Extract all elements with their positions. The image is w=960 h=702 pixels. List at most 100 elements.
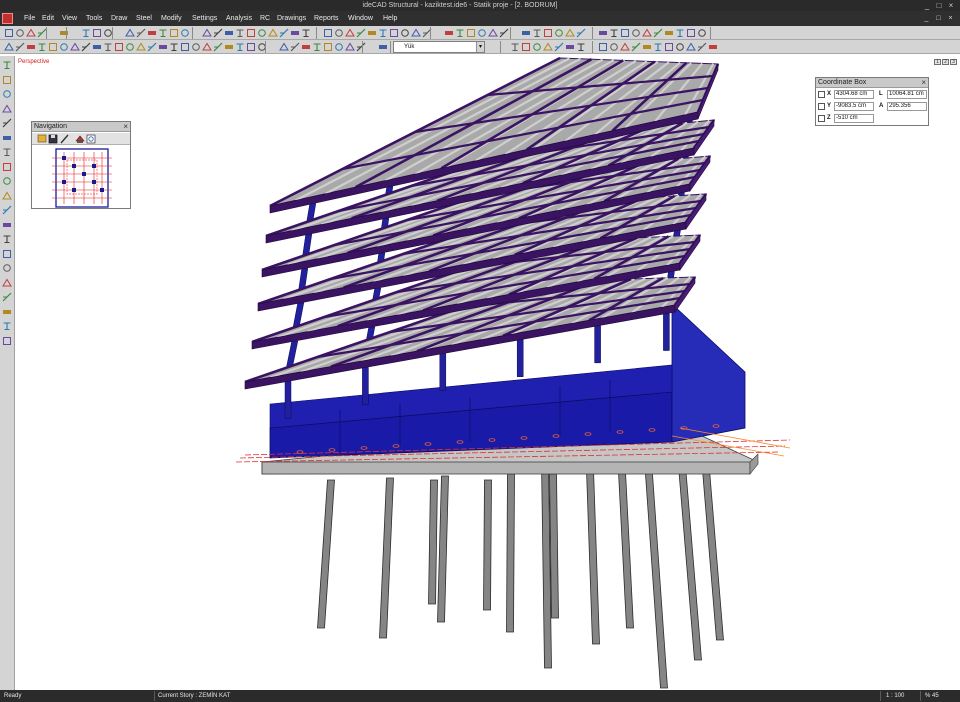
toolbar-button-icon[interactable] <box>92 28 102 38</box>
toolbar-button-icon[interactable] <box>4 28 14 38</box>
toolbar-button-icon[interactable] <box>367 28 377 38</box>
toolbar-button-icon[interactable] <box>675 42 685 52</box>
toolbar-button-icon[interactable] <box>15 42 25 52</box>
tool-palette-icon[interactable] <box>2 249 12 259</box>
toolbar-button-icon[interactable] <box>202 28 212 38</box>
toolbar-button-icon[interactable] <box>378 28 388 38</box>
minimize-button[interactable]: _ <box>922 1 932 10</box>
toolbar-button-icon[interactable] <box>609 28 619 38</box>
toolbar-button-icon[interactable] <box>664 28 674 38</box>
toolbar-button-icon[interactable] <box>323 28 333 38</box>
toolbar-button-icon[interactable] <box>290 42 300 52</box>
toolbar-button-icon[interactable] <box>279 42 289 52</box>
tool-palette-icon[interactable] <box>2 89 12 99</box>
menu-reports[interactable]: Reports <box>314 11 339 26</box>
toolbar-button-icon[interactable] <box>521 42 531 52</box>
menu-analysis[interactable]: Analysis <box>226 11 252 26</box>
toolbar-button-icon[interactable] <box>378 42 388 52</box>
building-model-3d[interactable] <box>15 56 960 690</box>
toolbar-button-icon[interactable] <box>59 28 69 38</box>
tool-palette-icon[interactable] <box>2 75 12 85</box>
tool-palette-icon[interactable] <box>2 133 12 143</box>
toolbar-button-icon[interactable] <box>675 28 685 38</box>
menu-drawings[interactable]: Drawings <box>277 11 306 26</box>
toolbar-button-icon[interactable] <box>400 28 410 38</box>
close-icon[interactable]: × <box>921 78 926 88</box>
toolbar-button-icon[interactable] <box>697 28 707 38</box>
lock-y-checkbox[interactable] <box>818 103 825 110</box>
toolbar-button-icon[interactable] <box>125 28 135 38</box>
toolbar-button-icon[interactable] <box>532 28 542 38</box>
current-story[interactable]: Current Story : ZEMİN KAT <box>158 690 230 702</box>
toolbar-button-icon[interactable] <box>389 28 399 38</box>
view-layout-button-1[interactable]: 1 <box>934 59 941 65</box>
toolbar-button-icon[interactable] <box>411 28 421 38</box>
toolbar-button-icon[interactable] <box>213 42 223 52</box>
toolbar-button-icon[interactable] <box>323 42 333 52</box>
toolbar-button-icon[interactable] <box>642 42 652 52</box>
menu-modify[interactable]: Modify <box>161 11 182 26</box>
length-field[interactable]: 10064.81 cm <box>887 90 927 99</box>
tool-palette-icon[interactable] <box>2 147 12 157</box>
app-icon[interactable] <box>2 13 13 24</box>
tool-palette-icon[interactable] <box>2 60 12 70</box>
toolbar-button-icon[interactable] <box>708 42 718 52</box>
toolbar-button-icon[interactable] <box>686 28 696 38</box>
tool-palette-icon[interactable] <box>2 336 12 346</box>
toolbar-button-icon[interactable] <box>268 28 278 38</box>
toolbar-button-icon[interactable] <box>532 42 542 52</box>
toolbar-button-icon[interactable] <box>345 28 355 38</box>
toolbar-button-icon[interactable] <box>224 28 234 38</box>
toolbar-button-icon[interactable] <box>136 28 146 38</box>
toolbar-button-icon[interactable] <box>246 42 256 52</box>
toolbar-button-icon[interactable] <box>235 28 245 38</box>
toolbar-button-icon[interactable] <box>510 42 520 52</box>
toolbar-button-icon[interactable] <box>158 28 168 38</box>
menu-draw[interactable]: Draw <box>111 11 127 26</box>
menu-file[interactable]: File <box>24 11 35 26</box>
drawing-scale[interactable]: 1 : 100 <box>886 690 904 702</box>
view-layout-button-2[interactable]: 2 <box>942 59 949 65</box>
toolbar-button-icon[interactable] <box>444 28 454 38</box>
toolbar-button-icon[interactable] <box>37 42 47 52</box>
toolbar-button-icon[interactable] <box>554 28 564 38</box>
toolbar-button-icon[interactable] <box>4 42 14 52</box>
perspective-viewport[interactable]: Perspective 1 2 3 <box>15 56 960 690</box>
tool-palette-icon[interactable] <box>2 220 12 230</box>
tool-palette-icon[interactable] <box>2 278 12 288</box>
toolbar-button-icon[interactable] <box>180 28 190 38</box>
toolbar-button-icon[interactable] <box>312 42 322 52</box>
navigation-toolbar-icons[interactable] <box>32 133 130 145</box>
toolbar-button-icon[interactable] <box>279 28 289 38</box>
toolbar-button-icon[interactable] <box>345 42 355 52</box>
tool-palette-icon[interactable] <box>2 118 12 128</box>
tool-palette-icon[interactable] <box>2 104 12 114</box>
menu-rc[interactable]: RC <box>260 11 270 26</box>
toolbar-button-icon[interactable] <box>81 28 91 38</box>
menu-settings[interactable]: Settings <box>192 11 217 26</box>
toolbar-button-icon[interactable] <box>26 42 36 52</box>
toolbar-button-icon[interactable] <box>642 28 652 38</box>
menu-steel[interactable]: Steel <box>136 11 152 26</box>
toolbar-button-icon[interactable] <box>565 28 575 38</box>
chevron-down-icon[interactable]: ▾ <box>476 42 484 52</box>
toolbar-button-icon[interactable] <box>301 28 311 38</box>
y-coordinate-field[interactable]: -9083.5 cm <box>834 102 874 111</box>
z-coordinate-field[interactable]: -510 cm <box>834 114 874 123</box>
toolbar-button-icon[interactable] <box>598 28 608 38</box>
doc-minimize-button[interactable]: _ <box>922 14 931 23</box>
toolbar-button-icon[interactable] <box>631 42 641 52</box>
toolbar-button-icon[interactable] <box>114 42 124 52</box>
toolbar-button-icon[interactable] <box>213 28 223 38</box>
toolbar-button-icon[interactable] <box>290 28 300 38</box>
toolbar-button-icon[interactable] <box>92 42 102 52</box>
toolbar-button-icon[interactable] <box>26 28 36 38</box>
toolbar-button-icon[interactable] <box>125 42 135 52</box>
toolbar-button-icon[interactable] <box>356 28 366 38</box>
toolbar-button-icon[interactable] <box>48 42 58 52</box>
toolbar-button-icon[interactable] <box>202 42 212 52</box>
toolbar-button-icon[interactable] <box>697 42 707 52</box>
doc-restore-button[interactable]: □ <box>934 14 943 23</box>
view-layout-button-3[interactable]: 3 <box>950 59 957 65</box>
zoom-level[interactable]: % 45 <box>925 690 939 702</box>
